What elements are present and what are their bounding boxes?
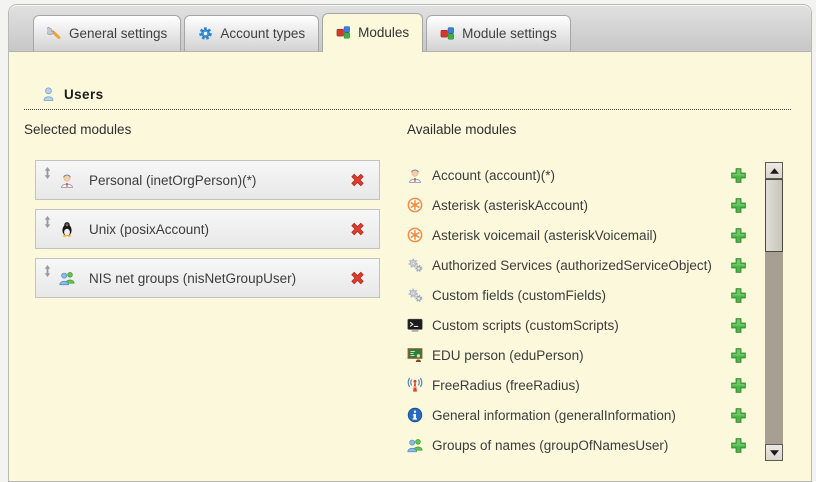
module-label: Custom fields (customFields) [432, 288, 730, 303]
person-icon [59, 172, 75, 188]
scroll-up-button[interactable] [765, 162, 783, 179]
add-icon[interactable] [730, 167, 747, 184]
gears-icon [407, 257, 423, 273]
available-module-row: Groups of names (groupOfNamesUser) [407, 430, 747, 460]
delete-icon[interactable] [349, 221, 366, 238]
add-icon[interactable] [730, 197, 747, 214]
add-icon[interactable] [730, 227, 747, 244]
config-panel: General settings Account types Modules M… [8, 4, 812, 482]
tab-label: Module settings [462, 26, 557, 41]
module-label: Custom scripts (customScripts) [432, 318, 730, 333]
modules-icon [440, 26, 455, 41]
tab-bar: General settings Account types Modules M… [9, 5, 811, 52]
person-icon [407, 167, 423, 183]
add-icon[interactable] [730, 347, 747, 364]
available-module-row: Custom scripts (customScripts) [407, 310, 747, 340]
scrollbar-thumb[interactable] [765, 179, 783, 252]
add-icon[interactable] [730, 317, 747, 334]
group-icon [59, 270, 75, 286]
tab-modules[interactable]: Modules [322, 13, 423, 52]
available-module-row: EDU person (eduPerson) [407, 340, 747, 370]
delete-icon[interactable] [349, 270, 366, 287]
terminal-icon [407, 317, 423, 333]
module-label: NIS net groups (nisNetGroupUser) [89, 271, 296, 286]
tab-label: Modules [358, 25, 409, 40]
add-icon[interactable] [730, 257, 747, 274]
selected-module-row[interactable]: Personal (inetOrgPerson)(*) [35, 160, 380, 200]
board-icon [407, 347, 423, 363]
modules-icon [336, 25, 351, 40]
scroll-down-button[interactable] [765, 444, 783, 461]
asterisk-icon [407, 227, 423, 243]
tab-general-settings[interactable]: General settings [33, 15, 181, 51]
group-icon [407, 437, 423, 453]
delete-icon[interactable] [349, 172, 366, 189]
selected-module-row[interactable]: Unix (posixAccount) [35, 209, 380, 249]
available-modules-column: Available modules Account (account)(*) A… [407, 122, 811, 460]
module-label: Asterisk (asteriskAccount) [432, 198, 730, 213]
module-label: Groups of names (groupOfNamesUser) [432, 438, 730, 453]
available-module-row: FreeRadius (freeRadius) [407, 370, 747, 400]
account-type-section-header: Users [24, 86, 791, 110]
tab-label: General settings [69, 26, 167, 41]
scrollbar-track[interactable] [765, 179, 783, 444]
tab-account-types[interactable]: Account types [184, 15, 319, 51]
section-title: Users [64, 87, 104, 102]
available-module-row: Asterisk (asteriskAccount) [407, 190, 747, 220]
tux-icon [59, 221, 75, 237]
selected-modules-list: Personal (inetOrgPerson)(*) Unix (posixA… [35, 160, 407, 298]
user-icon [41, 86, 56, 102]
available-module-row: Account (account)(*) [407, 160, 747, 190]
available-modules-header: Available modules [407, 122, 811, 139]
selected-module-row[interactable]: NIS net groups (nisNetGroupUser) [35, 258, 380, 298]
antenna-icon [407, 377, 423, 393]
module-label: EDU person (eduPerson) [432, 348, 730, 363]
scroll-down-icon [770, 450, 779, 456]
wrench-icon [47, 26, 62, 41]
available-module-row: Asterisk voicemail (asteriskVoicemail) [407, 220, 747, 250]
add-icon[interactable] [730, 407, 747, 424]
available-module-row: General information (generalInformation) [407, 400, 747, 430]
available-module-row: Custom fields (customFields) [407, 280, 747, 310]
module-label: Account (account)(*) [432, 168, 730, 183]
module-label: Asterisk voicemail (asteriskVoicemail) [432, 228, 730, 243]
available-module-row: Authorized Services (authorizedServiceOb… [407, 250, 747, 280]
tab-module-settings[interactable]: Module settings [426, 15, 571, 51]
add-icon[interactable] [730, 287, 747, 304]
module-label: Authorized Services (authorizedServiceOb… [432, 258, 730, 273]
gears-icon [407, 287, 423, 303]
info-icon [407, 407, 423, 423]
module-label: FreeRadius (freeRadius) [432, 378, 730, 393]
scroll-up-icon [770, 168, 779, 174]
tab-label: Account types [220, 26, 305, 41]
module-label: Unix (posixAccount) [89, 222, 209, 237]
selected-modules-column: Selected modules Personal (inetOrgPerson… [24, 122, 407, 460]
asterisk-icon [407, 197, 423, 213]
selected-modules-header: Selected modules [24, 122, 407, 139]
modules-columns: Selected modules Personal (inetOrgPerson… [9, 122, 811, 460]
add-icon[interactable] [730, 437, 747, 454]
available-modules-list: Account (account)(*) Asterisk (asteriskA… [407, 160, 747, 460]
gear-icon [198, 26, 213, 41]
available-modules-scrollbar[interactable] [765, 162, 783, 461]
drag-handle-icon[interactable] [44, 167, 51, 179]
drag-handle-icon[interactable] [44, 265, 51, 277]
module-label: General information (generalInformation) [432, 408, 730, 423]
add-icon[interactable] [730, 377, 747, 394]
module-label: Personal (inetOrgPerson)(*) [89, 173, 256, 188]
drag-handle-icon[interactable] [44, 216, 51, 228]
